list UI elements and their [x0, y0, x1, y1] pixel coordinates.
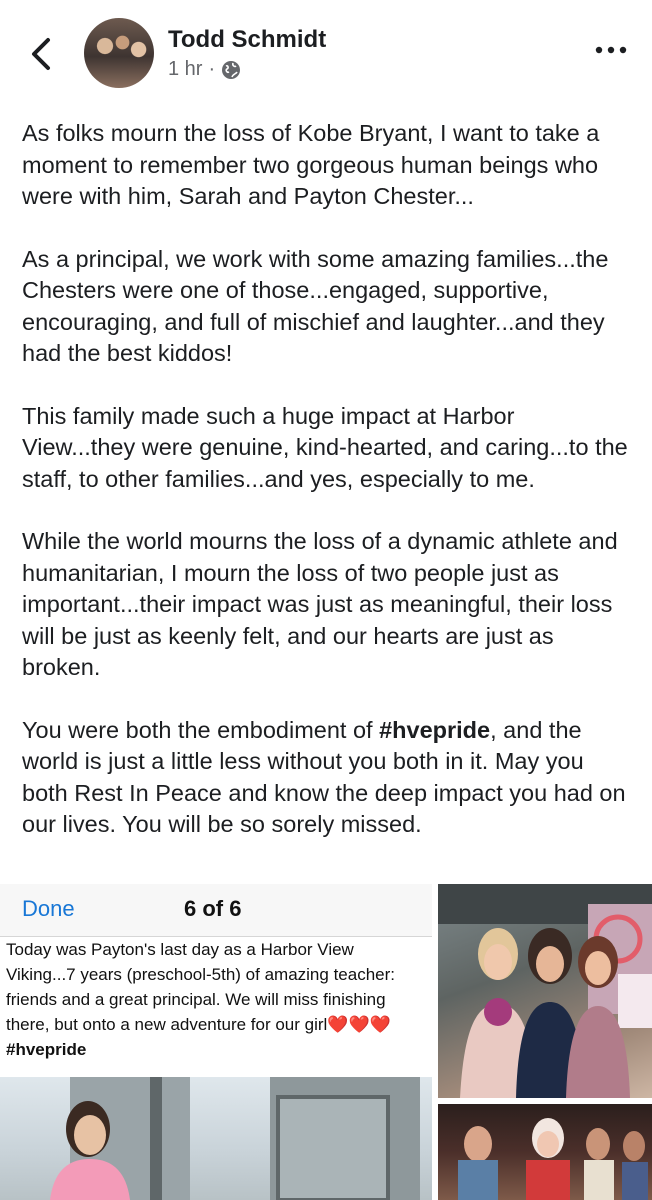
photo-stage-performance[interactable]	[438, 1104, 652, 1200]
avatar[interactable]	[84, 18, 154, 88]
post-meta: 1 hr ·	[168, 58, 241, 81]
text-segment: You were both the embodiment of	[22, 716, 380, 743]
photo-counter: 6 of 6	[184, 896, 242, 921]
post-paragraph: As folks mourn the loss of Kobe Bryant, …	[22, 120, 600, 209]
stage-illustration	[458, 1118, 648, 1200]
three-people-illustration	[438, 884, 652, 1098]
more-horizontal-icon[interactable]	[593, 40, 629, 60]
chevron-left-icon[interactable]	[26, 36, 56, 72]
photo-three-people[interactable]	[438, 884, 652, 1098]
photo-screenshot[interactable]: Done 6 of 6 Today was Payton's last day …	[0, 884, 432, 1200]
hashtag-link[interactable]: #hvepride	[379, 717, 490, 743]
post-paragraph: This family made such a huge impact at H…	[22, 402, 628, 492]
done-button[interactable]: Done	[22, 896, 75, 922]
post-paragraph: As a principal, we work with some amazin…	[22, 245, 609, 367]
meta-separator: ·	[208, 58, 216, 80]
post-body: As folks mourn the loss of Kobe Bryant, …	[22, 118, 634, 872]
author-name[interactable]: Todd Schmidt	[168, 26, 326, 54]
post-paragraph: While the world mourns the loss of a dyn…	[22, 528, 618, 680]
girl-photo-illustration	[50, 1077, 420, 1200]
globe-icon	[222, 60, 241, 79]
timestamp[interactable]: 1 hr	[168, 58, 202, 81]
photo-caption: Today was Payton's last day as a Harbor …	[0, 937, 432, 1077]
photo-collage[interactable]: Done 6 of 6 Today was Payton's last day …	[0, 884, 652, 1200]
post-paragraph-last: You were both the embodiment of #hveprid…	[22, 715, 634, 841]
post-header: Todd Schmidt 1 hr ·	[0, 0, 652, 100]
caption-hashtag: #hvepride	[6, 1040, 87, 1059]
hearts-emoji: ❤️❤️❤️	[327, 1015, 391, 1034]
girl-photo	[0, 1077, 432, 1200]
photo-viewer-bar: Done 6 of 6	[0, 884, 432, 937]
